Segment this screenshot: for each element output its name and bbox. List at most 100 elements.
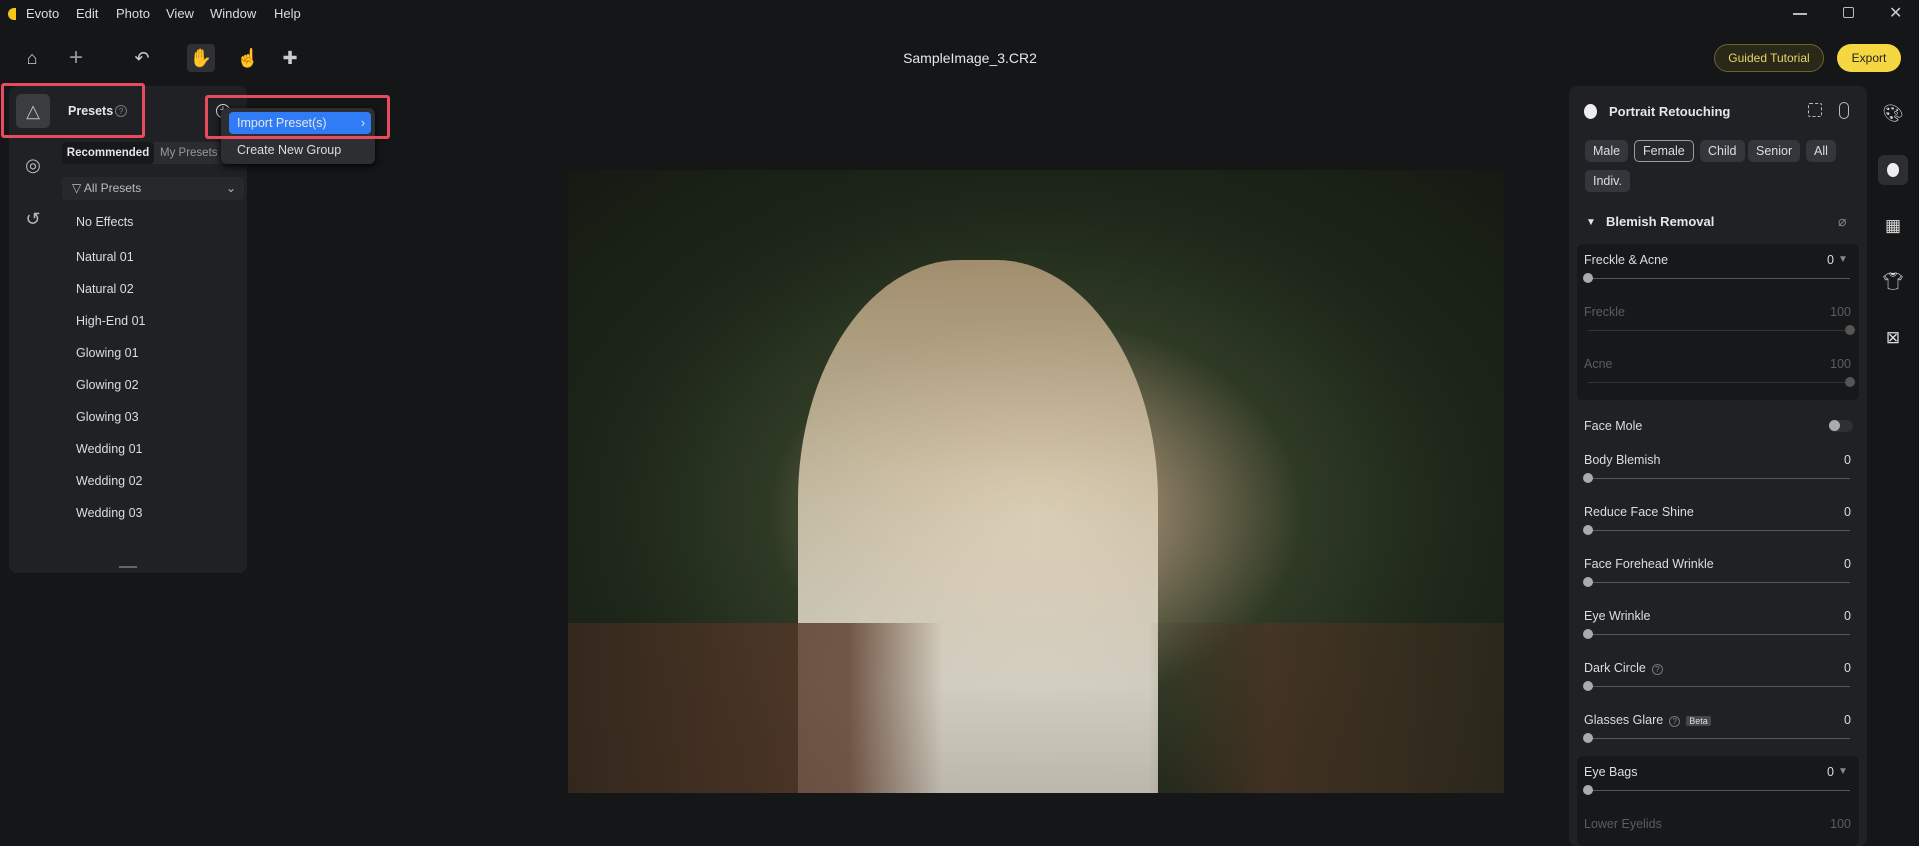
slider-thumb[interactable]	[1583, 681, 1593, 691]
add-icon[interactable]: +	[62, 44, 90, 72]
slider-label: Glasses Glare? Beta	[1584, 713, 1711, 727]
freckle-label: Freckle	[1584, 305, 1625, 319]
expand-icon[interactable]: ▼	[1838, 766, 1848, 777]
history-icon[interactable]: ↺	[16, 202, 50, 236]
freckle-group	[1577, 244, 1859, 400]
preset-item[interactable]: Natural 02	[76, 282, 134, 296]
presets-highlight-box	[1, 83, 145, 138]
preset-item[interactable]: No Effects	[76, 215, 133, 229]
slider-thumb[interactable]	[1583, 525, 1593, 535]
slider-label-text: Body Blemish	[1584, 453, 1661, 467]
mask-icon[interactable]: ◎	[16, 148, 50, 182]
menu-window[interactable]: Window	[210, 6, 256, 21]
compare-icon[interactable]	[1839, 102, 1849, 119]
preset-item[interactable]: Wedding 01	[76, 442, 143, 456]
slider-value: 0	[1844, 557, 1851, 571]
bandage-tool-icon[interactable]: ✚	[276, 44, 304, 72]
freckle-value: 100	[1830, 305, 1851, 319]
freckle-acne-slider[interactable]	[1583, 273, 1593, 283]
close-button[interactable]: ✕	[1889, 3, 1902, 23]
slider-thumb[interactable]	[1583, 577, 1593, 587]
clothing-icon[interactable]: 👕︎	[1878, 267, 1908, 297]
slider-label-text: Dark Circle	[1584, 661, 1646, 675]
portrait-face-icon[interactable]	[1878, 155, 1908, 185]
slider-value: 0	[1844, 661, 1851, 675]
slider-thumb[interactable]	[1583, 733, 1593, 743]
help-icon[interactable]: ?	[1651, 664, 1663, 675]
minimize-button[interactable]	[1793, 13, 1807, 15]
help-icon[interactable]: ?	[1669, 716, 1681, 727]
menu-view[interactable]: View	[166, 6, 194, 21]
guided-tutorial-button[interactable]: Guided Tutorial	[1714, 44, 1824, 72]
preset-item[interactable]: High-End 01	[76, 314, 146, 328]
filter-icon: ▽	[72, 181, 82, 195]
preset-item[interactable]: Wedding 03	[76, 506, 143, 520]
chip-female[interactable]: Female	[1634, 140, 1694, 162]
slider-label-text: Eye Wrinkle	[1584, 609, 1651, 623]
create-new-group-item[interactable]: Create New Group	[237, 143, 341, 157]
preset-item[interactable]: Glowing 01	[76, 346, 139, 360]
preset-item[interactable]: Wedding 02	[76, 474, 143, 488]
portrait-title: Portrait Retouching	[1609, 104, 1731, 119]
hand-tool-icon[interactable]: ✋	[187, 44, 215, 72]
slider-value: 0	[1844, 505, 1851, 519]
eye-bags-value: 0	[1827, 765, 1834, 779]
expand-icon[interactable]: ▼	[1838, 254, 1848, 265]
chip-senior[interactable]: Senior	[1748, 140, 1801, 162]
slider-label-text: Face Forehead Wrinkle	[1584, 557, 1714, 571]
chip-child[interactable]: Child	[1700, 140, 1745, 162]
slider-track	[1588, 530, 1850, 531]
adjust-frame-icon[interactable]: ⊠	[1878, 323, 1908, 353]
photo-foliage	[568, 623, 1504, 793]
chip-male[interactable]: Male	[1585, 140, 1629, 162]
chip-all[interactable]: All	[1806, 140, 1836, 162]
chevron-down-icon: ⌄	[225, 181, 236, 195]
freckle-slider[interactable]	[1845, 325, 1855, 335]
finger-tool-icon[interactable]: ☝	[234, 44, 262, 72]
all-presets-dropdown[interactable]: ▽ All Presets ⌄	[62, 177, 244, 200]
background-icon[interactable]: ▦	[1878, 211, 1908, 241]
photo-canvas[interactable]	[568, 170, 1504, 793]
undo-icon[interactable]: ↶	[128, 44, 156, 72]
slider-thumb[interactable]	[1583, 629, 1593, 639]
export-button[interactable]: Export	[1837, 44, 1901, 72]
preset-item[interactable]: Glowing 03	[76, 410, 139, 424]
preset-item[interactable]: Natural 01	[76, 250, 134, 264]
slider-label-text: Glasses Glare	[1584, 713, 1664, 727]
face-detect-icon[interactable]	[1808, 103, 1822, 117]
menu-help[interactable]: Help	[274, 6, 301, 21]
tab-my-presets[interactable]: My Presets	[160, 142, 218, 164]
eye-bags-track	[1588, 790, 1850, 791]
lower-eyelids-label: Lower Eyelids	[1584, 817, 1662, 831]
chip-indiv[interactable]: Indiv.	[1585, 170, 1630, 192]
panel-resize-handle[interactable]	[119, 566, 137, 568]
slider-label: Reduce Face Shine	[1584, 505, 1694, 519]
slider-value: 0	[1844, 453, 1851, 467]
eraser-icon[interactable]: ⌀	[1838, 213, 1846, 230]
menu-edit[interactable]: Edit	[76, 6, 98, 21]
freckle-acne-label: Freckle & Acne	[1584, 253, 1669, 267]
slider-thumb[interactable]	[1583, 473, 1593, 483]
menu-photo[interactable]: Photo	[116, 6, 150, 21]
preset-item[interactable]: Glowing 02	[76, 378, 139, 392]
acne-slider[interactable]	[1845, 377, 1855, 387]
face-mole-toggle[interactable]	[1829, 420, 1853, 432]
freckle-track	[1588, 330, 1850, 331]
freckle-acne-value: 0	[1827, 253, 1834, 267]
palette-icon[interactable]: 🎨︎	[1878, 99, 1908, 129]
acne-value: 100	[1830, 357, 1851, 371]
slider-label: Body Blemish	[1584, 453, 1660, 467]
home-icon[interactable]: ⌂	[18, 44, 46, 72]
filter-label: All Presets	[83, 181, 142, 195]
tab-recommended[interactable]: Recommended	[62, 142, 154, 164]
menu-app[interactable]: Evoto	[26, 6, 59, 21]
restore-button[interactable]	[1843, 7, 1854, 18]
slider-track	[1588, 478, 1850, 479]
acne-track	[1588, 382, 1850, 383]
face-mole-label: Face Mole	[1584, 419, 1643, 433]
collapse-triangle-icon[interactable]: ▼	[1586, 217, 1596, 228]
slider-label: Eye Wrinkle	[1584, 609, 1650, 623]
slider-label-text: Reduce Face Shine	[1584, 505, 1694, 519]
file-title: SampleImage_3.CR2	[903, 50, 1037, 66]
eye-bags-slider[interactable]	[1583, 785, 1593, 795]
